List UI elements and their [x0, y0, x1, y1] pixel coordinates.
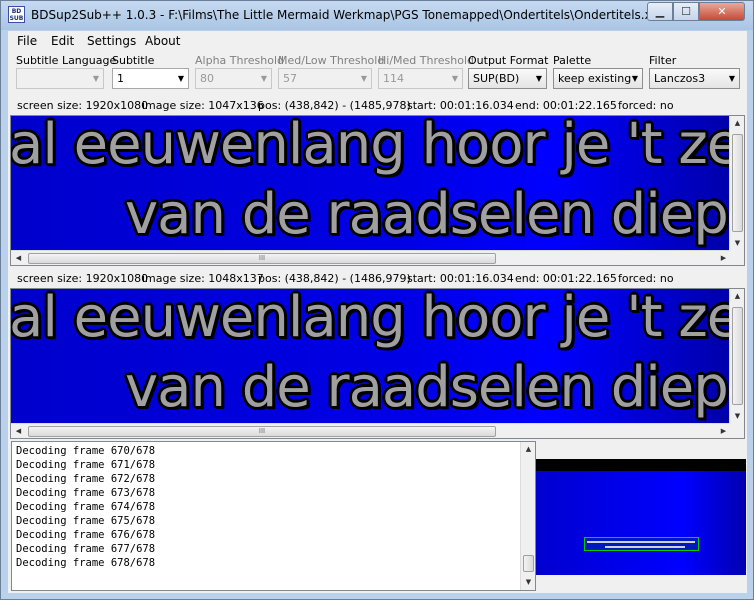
alpha-threshold-label: Alpha Threshold — [195, 54, 284, 67]
menu-file[interactable]: File — [17, 34, 37, 48]
source-horizontal-scrollbar[interactable]: ◀ III ▶ — [11, 250, 731, 265]
scroll-up-icon[interactable]: ▲ — [521, 442, 535, 457]
scroll-up-icon[interactable]: ▲ — [730, 116, 744, 131]
menu-about[interactable]: About — [145, 34, 180, 48]
log-line: Decoding frame 676/678 — [16, 529, 156, 541]
output-format-select[interactable]: SUP(BD) ▼ — [468, 68, 547, 89]
window-title: BDSup2Sub++ 1.0.3 - F:\Films\The Little … — [31, 8, 667, 22]
app-window: BD SUB BDSup2Sub++ 1.0.3 - F:\Films\The … — [0, 0, 754, 600]
log-line: Decoding frame 672/678 — [16, 473, 156, 485]
alpha-threshold-select[interactable]: 80 ▼ — [195, 68, 272, 89]
target-info-bar: screen size: 1920x1080 image size: 1048x… — [8, 269, 747, 288]
maximize-button[interactable]: ☐ — [673, 2, 699, 21]
filter-label: Filter — [649, 54, 677, 67]
source-subtitle-image: al eeuwenlang hoor je 't zee van de raad… — [11, 116, 731, 251]
target-preview-pane[interactable]: al eeuwenlang hoor je 't zee van de raad… — [10, 288, 745, 439]
scroll-thumb[interactable] — [523, 555, 534, 572]
target-screen-size: screen size: 1920x1080 — [17, 272, 149, 285]
log-vertical-scrollbar[interactable]: ▲ ▼ — [520, 442, 535, 590]
log-line: Decoding frame 671/678 — [16, 459, 156, 471]
chevron-down-icon: ▼ — [535, 74, 542, 83]
thumbnail-text-line — [605, 546, 685, 548]
source-start: start: 00:01:16.034 — [407, 99, 514, 112]
log-line: Decoding frame 677/678 — [16, 543, 156, 555]
source-image-size: image size: 1047x136 — [142, 99, 264, 112]
log-line: Decoding frame 678/678 — [16, 557, 156, 569]
medlow-threshold-select[interactable]: 57 ▼ — [278, 68, 372, 89]
himed-threshold-select[interactable]: 114 ▼ — [378, 68, 463, 89]
chevron-down-icon: ▼ — [92, 74, 99, 83]
source-vertical-scrollbar[interactable]: ▲ ▼ — [729, 116, 744, 251]
screen-thumbnail[interactable] — [536, 459, 746, 575]
target-forced: forced: no — [618, 272, 674, 285]
scroll-down-icon[interactable]: ▼ — [730, 236, 744, 251]
target-start: start: 00:01:16.034 — [407, 272, 514, 285]
target-pos: pos: (438,842) - (1486,979) — [258, 272, 411, 285]
thumbnail-text-line — [587, 541, 695, 543]
filter-select[interactable]: Lanczos3 ▼ — [649, 68, 740, 89]
log-line: Decoding frame 674/678 — [16, 501, 156, 513]
target-horizontal-scrollbar[interactable]: ◀ III ▶ — [11, 423, 731, 438]
target-end: end: 00:01:22.165 — [515, 272, 617, 285]
subtitle-language-select[interactable]: ▼ — [16, 68, 104, 89]
source-end: end: 00:01:22.165 — [515, 99, 617, 112]
scroll-corner — [729, 250, 744, 265]
chevron-down-icon: ▼ — [631, 74, 638, 83]
subtitle-label: Subtitle — [112, 54, 155, 67]
himed-threshold-label: Hi/Med Threshold — [378, 54, 474, 67]
log-line: Decoding frame 673/678 — [16, 487, 156, 499]
source-subtitle-line-1: al eeuwenlang hoor je 't zee — [11, 116, 731, 177]
app-icon: BD SUB — [8, 6, 25, 23]
palette-label: Palette — [553, 54, 592, 67]
source-subtitle-line-2: van de raadselen diep i — [125, 182, 731, 247]
medlow-threshold-label: Med/Low Threshold — [278, 54, 385, 67]
thumbnail-background — [536, 471, 746, 575]
scroll-left-icon[interactable]: ◀ — [11, 251, 26, 265]
palette-select[interactable]: keep existing ▼ — [553, 68, 643, 89]
subtitle-select[interactable]: 1 ▼ — [112, 68, 189, 89]
scroll-corner — [729, 423, 744, 438]
target-subtitle-line-1: al eeuwenlang hoor je 't zee — [11, 289, 731, 350]
chevron-down-icon: ▼ — [177, 74, 184, 83]
scroll-down-icon[interactable]: ▼ — [730, 409, 744, 424]
menu-edit[interactable]: Edit — [51, 34, 74, 48]
scroll-thumb[interactable] — [732, 134, 743, 232]
log-line: Decoding frame 670/678 — [16, 445, 156, 457]
chevron-down-icon: ▼ — [728, 74, 735, 83]
source-screen-size: screen size: 1920x1080 — [17, 99, 149, 112]
chevron-down-icon: ▼ — [260, 74, 267, 83]
scroll-up-icon[interactable]: ▲ — [730, 289, 744, 304]
source-pos: pos: (438,842) - (1485,978) — [258, 99, 411, 112]
source-preview-pane[interactable]: al eeuwenlang hoor je 't zee van de raad… — [10, 115, 745, 266]
options-toolbar: Subtitle Language ▼ Subtitle 1 ▼ Alpha Th… — [8, 51, 747, 95]
client-area: File Edit Settings About Subtitle Langua… — [8, 31, 747, 593]
close-button[interactable]: ✕ — [699, 2, 745, 21]
scroll-down-icon[interactable]: ▼ — [521, 575, 535, 590]
scroll-thumb[interactable]: III — [28, 426, 496, 437]
minimize-button[interactable]: ▁ — [647, 2, 673, 21]
chevron-down-icon: ▼ — [451, 74, 458, 83]
output-format-label: Output Format — [468, 54, 549, 67]
log-lines: Decoding frame 670/678 Decoding frame 67… — [16, 444, 155, 570]
log-line: Decoding frame 675/678 — [16, 515, 156, 527]
scroll-thumb[interactable] — [732, 307, 743, 405]
target-subtitle-image: al eeuwenlang hoor je 't zee van de raad… — [11, 289, 731, 424]
menu-bar: File Edit Settings About — [8, 31, 747, 51]
log-output[interactable]: Decoding frame 670/678 Decoding frame 67… — [11, 441, 536, 591]
chevron-down-icon: ▼ — [360, 74, 367, 83]
target-vertical-scrollbar[interactable]: ▲ ▼ — [729, 289, 744, 424]
scroll-left-icon[interactable]: ◀ — [11, 424, 26, 438]
subtitle-language-label: Subtitle Language — [16, 54, 117, 67]
menu-settings[interactable]: Settings — [87, 34, 136, 48]
source-info-bar: screen size: 1920x1080 image size: 1047x… — [8, 96, 747, 115]
source-forced: forced: no — [618, 99, 674, 112]
thumbnail-subtitle-box — [584, 537, 699, 551]
target-subtitle-line-2: van de raadselen diep i — [125, 355, 731, 420]
scroll-thumb[interactable]: III — [28, 253, 496, 264]
title-bar[interactable]: BD SUB BDSup2Sub++ 1.0.3 - F:\Films\The … — [1, 1, 753, 30]
target-image-size: image size: 1048x137 — [142, 272, 264, 285]
